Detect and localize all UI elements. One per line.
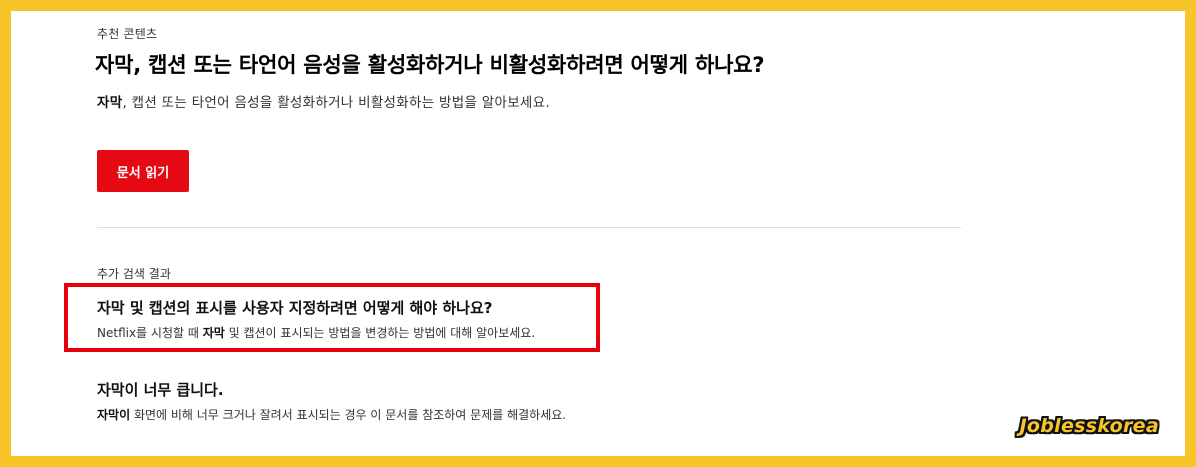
desc-text: , 캡션 또는 타언어 음성을 활성화하거나 비활성화하는 방법을 알아보세요. (122, 95, 550, 111)
recommended-article-description: 자막, 캡션 또는 타언어 음성을 활성화하거나 비활성화하는 방법을 알아보세… (97, 91, 550, 111)
desc-highlight-term: 자막 (97, 95, 123, 111)
help-search-page: 추천 콘텐츠 자막, 캡션 또는 타언어 음성을 활성화하거나 비활성화하려면 … (11, 11, 1185, 456)
red-highlight-annotation-box (64, 283, 600, 352)
search-result-title[interactable]: 자막이 너무 큽니다. (97, 379, 566, 400)
search-result-description: 자막이 화면에 비해 너무 크거나 잘려서 표시되는 경우 이 문서를 참조하여… (97, 406, 566, 423)
recommended-article-title[interactable]: 자막, 캡션 또는 타언어 음성을 활성화하거나 비활성화하려면 어떻게 하나요… (95, 49, 765, 79)
more-results-section-label: 추가 검색 결과 (97, 267, 171, 281)
yellow-frame: 추천 콘텐츠 자막, 캡션 또는 타언어 음성을 활성화하거나 비활성화하려면 … (11, 11, 1185, 456)
read-article-button[interactable]: 문서 읽기 (97, 150, 189, 192)
desc-text: 화면에 비해 너무 크거나 잘려서 표시되는 경우 이 문서를 참조하여 문제를… (130, 408, 567, 422)
section-divider (97, 227, 961, 228)
desc-highlight-term: 자막이 (97, 408, 131, 422)
watermark-logo: Joblesskorea (1019, 415, 1159, 437)
recommended-section-label: 추천 콘텐츠 (97, 27, 158, 41)
search-result-item[interactable]: 자막이 너무 큽니다. 자막이 화면에 비해 너무 크거나 잘려서 표시되는 경… (97, 379, 566, 423)
